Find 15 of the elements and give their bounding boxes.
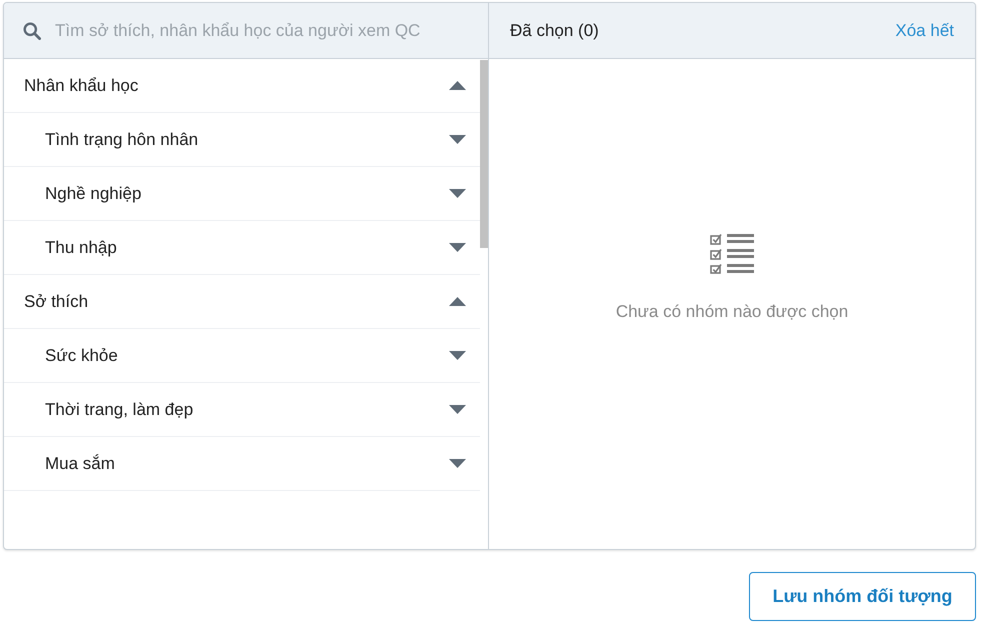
subcategory-row[interactable]: Sức khỏe [4, 329, 480, 383]
subcategory-row[interactable]: Tình trạng hôn nhân [4, 113, 480, 167]
save-audience-button[interactable]: Lưu nhóm đối tượng [749, 572, 976, 621]
category-row[interactable]: Nhân khẩu học [4, 59, 480, 113]
empty-message: Chưa có nhóm nào được chọn [616, 302, 848, 322]
subcategory-row[interactable]: Thời trang, làm đẹp [4, 383, 480, 437]
category-row[interactable]: Sở thích [4, 275, 480, 329]
subcategory-row[interactable]: Thu nhập [4, 221, 480, 275]
search-icon [23, 22, 41, 40]
checklist-icon [710, 233, 754, 274]
subcategory-row[interactable]: Mua sắm [4, 437, 480, 491]
scrollbar-thumb[interactable] [480, 60, 488, 248]
search-field[interactable]: Tìm sở thích, nhân khẩu học của người xem QC [4, 3, 488, 59]
selected-count-title: Đã chọn (0) [510, 20, 599, 40]
subcategory-row[interactable]: Nghề nghiệp [4, 167, 480, 221]
